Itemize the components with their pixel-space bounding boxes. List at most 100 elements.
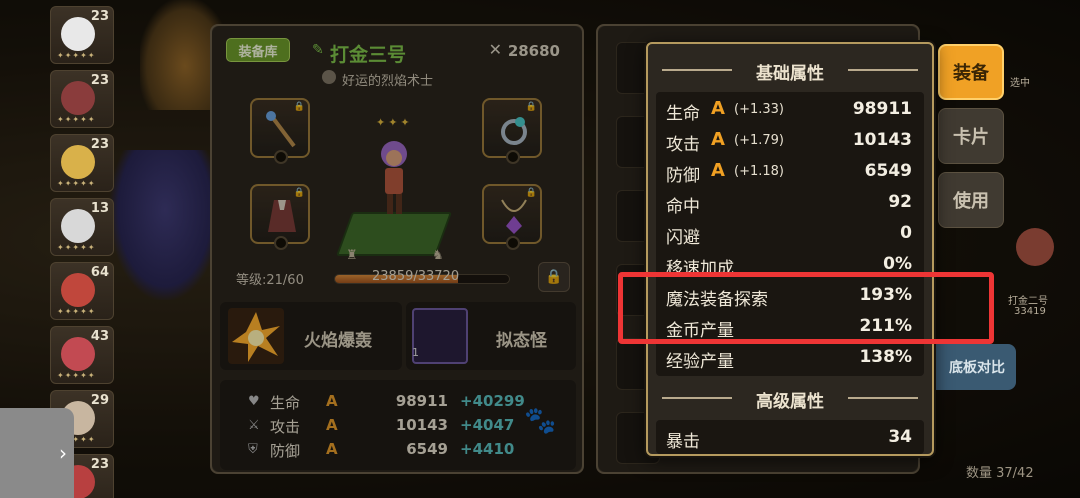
skill-card-1[interactable]: 火焰爆轰 xyxy=(220,302,402,370)
slot-indicator xyxy=(274,236,288,250)
hero-avatar[interactable] xyxy=(1016,228,1054,266)
equipment-panel: 装备库 ✎ 打金三号 好运的烈焰术士 ✕ 28680 🔒 🔒 🔒 🔒 ✦✦✦ ♜… xyxy=(210,24,584,474)
hero-level-badge: 29 xyxy=(90,393,109,408)
ring-slot[interactable]: 🔒 xyxy=(482,98,542,164)
skill-name: 火焰爆轰 xyxy=(304,331,372,351)
roster-hero-card[interactable]: 23 ✦✦✦✦✦ xyxy=(50,70,114,128)
hero-title: 好运的烈焰术士 xyxy=(342,74,434,89)
selected-label: 选中 xyxy=(1010,78,1030,89)
hero-level-badge: 23 xyxy=(90,73,109,88)
star-rating: ✦✦✦ xyxy=(376,116,413,129)
stat-grade: A xyxy=(326,416,338,434)
armor-slot[interactable]: 🔒 xyxy=(250,184,310,250)
hero-portrait xyxy=(61,145,95,179)
attribute-row: 防御 A (+1.18) 6549 xyxy=(656,156,924,187)
hero-level-badge: 64 xyxy=(90,265,109,280)
card-tab-button[interactable]: 卡片 xyxy=(938,108,1004,164)
stat-bonus: +4047 xyxy=(460,416,515,434)
hero-level-badge: 23 xyxy=(90,457,109,472)
amulet-icon xyxy=(501,199,527,234)
stat-value: 6549 xyxy=(406,440,448,458)
roster-hero-card[interactable]: 23 ✦✦✦✦✦ xyxy=(50,6,114,64)
attribute-grade: A xyxy=(711,160,725,181)
necklace-slot[interactable]: 🔒 xyxy=(482,184,542,250)
advanced-attributes-list: 暴击 34 xyxy=(656,420,924,454)
star-rating: ✦✦✦✦✦ xyxy=(57,243,96,252)
title-badge-icon xyxy=(322,70,336,84)
hero-level: 等级:21/60 xyxy=(236,273,304,288)
staff-icon xyxy=(266,111,296,148)
hero-name: 打金三号 xyxy=(330,44,407,66)
attribute-growth: (+1.79) xyxy=(734,133,784,148)
edit-name-icon[interactable]: ✎ xyxy=(312,42,326,58)
roster-hero-card[interactable]: 13 ✦✦✦✦✦ xyxy=(50,198,114,256)
advanced-attributes-header: 高级属性 xyxy=(648,378,932,418)
attribute-name: 移速加成 xyxy=(666,259,734,279)
background-monster xyxy=(110,150,220,300)
equip-tab-button[interactable]: 装备 xyxy=(938,44,1004,100)
divider xyxy=(848,397,918,399)
attribute-value: 98911 xyxy=(852,99,912,119)
star-rating: ✦✦✦✦✦ xyxy=(57,371,96,380)
attribute-value: 34 xyxy=(888,427,912,447)
use-tab-button[interactable]: 使用 xyxy=(938,172,1004,228)
attribute-row: 命中 92 xyxy=(656,187,924,218)
attribute-row: 生命 A (+1.33) 98911 xyxy=(656,94,924,125)
stat-grade: A xyxy=(326,440,338,458)
hero-sprite[interactable] xyxy=(376,138,412,222)
attribute-name: 命中 xyxy=(666,197,700,217)
attributes-popup: 基础属性 生命 A (+1.33) 98911 攻击 A (+1.79) 10143 防御 A (+… xyxy=(646,42,934,456)
attribute-name: 闪避 xyxy=(666,228,700,248)
roster-hero-card[interactable]: 23 ✦✦✦✦✦ xyxy=(50,134,114,192)
heart-icon: ♥ xyxy=(248,394,260,409)
attribute-row: 闪避 0 xyxy=(656,218,924,249)
sword-icon: ⚔ xyxy=(248,418,260,433)
equipment-library-button[interactable]: 装备库 xyxy=(226,38,290,62)
attribute-value: 0 xyxy=(900,223,912,243)
attribute-name: 经验产量 xyxy=(666,352,734,372)
attribute-value: 0% xyxy=(883,254,912,274)
hero-portrait xyxy=(61,337,95,371)
hero-portrait xyxy=(61,273,95,307)
section-title: 基础属性 xyxy=(756,64,824,84)
lock-icon: 🔒 xyxy=(545,269,563,285)
attribute-growth: (+1.18) xyxy=(734,164,784,179)
stat-grade: A xyxy=(326,392,338,410)
inventory-count: 数量 37/42 xyxy=(966,466,1034,481)
section-title: 高级属性 xyxy=(756,392,824,412)
hero-label: 打金二号 xyxy=(1008,296,1048,307)
robe-icon xyxy=(268,200,296,232)
stat-bonus: +4410 xyxy=(460,440,515,458)
roster-hero-card[interactable]: 43 ✦✦✦✦✦ xyxy=(50,326,114,384)
attribute-name: 生命 xyxy=(666,104,700,124)
pet-slot-icon[interactable]: ♜ xyxy=(346,248,358,263)
star-rating: ✦✦✦✦✦ xyxy=(57,307,96,316)
mount-slot-icon[interactable]: ♞ xyxy=(432,248,444,263)
stat-label: 防御 xyxy=(270,442,301,460)
lock-button[interactable]: 🔒 xyxy=(538,262,570,292)
attribute-name: 防御 xyxy=(666,166,700,186)
hero-side-list: 选中 打金二号 33419 xyxy=(1004,0,1080,498)
hero-power: 33419 xyxy=(1014,306,1046,317)
slot-indicator xyxy=(506,150,520,164)
roster-hero-card[interactable]: 64 ✦✦✦✦✦ xyxy=(50,262,114,320)
skill-name: 拟态怪 xyxy=(496,331,547,351)
attribute-value: 138% xyxy=(859,347,912,367)
paw-icon[interactable]: 🐾 xyxy=(524,406,556,436)
attribute-row: 移速加成 0% xyxy=(656,249,924,280)
attribute-value: 92 xyxy=(888,192,912,212)
attribute-row: 魔法装备探索 193% xyxy=(656,280,924,311)
mimic-card-icon xyxy=(412,308,468,364)
hero-level-badge: 13 xyxy=(90,201,109,216)
hero-stage: ✦✦✦ ♜ ♞ xyxy=(335,116,453,266)
experience-text: 23859/33720 xyxy=(372,269,460,284)
skill-card-2[interactable]: 1 拟态怪 xyxy=(406,302,576,370)
hero-level-badge: 23 xyxy=(90,137,109,152)
attribute-value: 10143 xyxy=(852,130,912,150)
hero-level-badge: 23 xyxy=(90,9,109,24)
weapon-slot[interactable]: 🔒 xyxy=(250,98,310,164)
side-drawer-tab[interactable]: › xyxy=(0,408,74,498)
attribute-value: 193% xyxy=(859,285,912,305)
attribute-row: 攻击 A (+1.79) 10143 xyxy=(656,125,924,156)
slot-indicator xyxy=(506,236,520,250)
